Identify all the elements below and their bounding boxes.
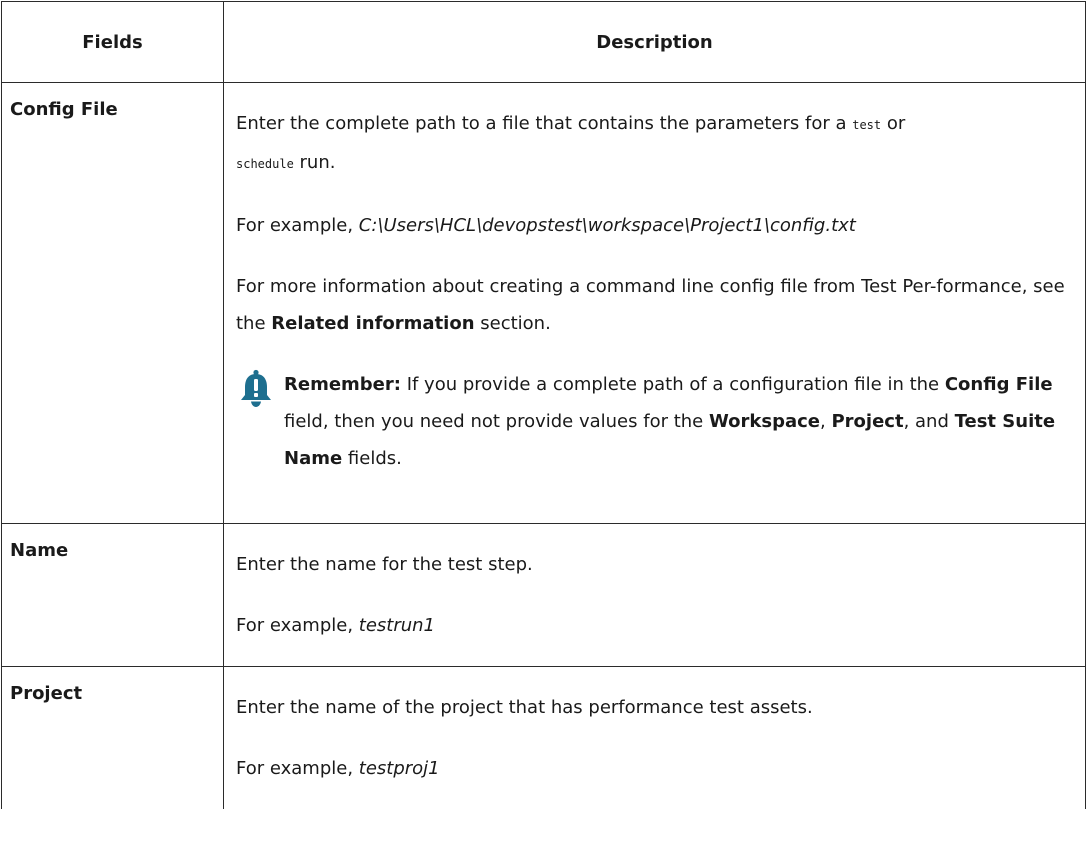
table-row: Name Enter the name for the test step. F… xyxy=(1,523,1086,667)
table-row: Project Enter the name of the project th… xyxy=(1,666,1086,809)
example-prefix: For example, xyxy=(236,215,359,236)
note-text-3: , xyxy=(820,411,832,432)
fields-table: Fields Description Config File Enter the… xyxy=(1,1,1086,809)
project-desc: Enter the name of the project that has p… xyxy=(236,697,813,718)
table-header-row: Fields Description xyxy=(1,1,1086,83)
field-name-name: Name xyxy=(1,523,224,667)
related-information-ref: Related information xyxy=(271,313,475,334)
example-path: C:\Users\HCL\devopstest\workspace\Projec… xyxy=(358,215,856,236)
table-row: Config File Enter the complete path to a… xyxy=(1,82,1086,524)
field-name-config-file: Config File xyxy=(1,82,224,524)
description-project: Enter the name of the project that has p… xyxy=(223,666,1086,809)
name-example: For example, testrun1 xyxy=(236,607,1071,644)
remember-note: Remember: If you provide a complete path… xyxy=(236,366,1071,501)
header-fields: Fields xyxy=(1,1,224,83)
example-value: testproj1 xyxy=(358,758,440,779)
project-example: For example, testproj1 xyxy=(236,750,1071,787)
remember-note-text: Remember: If you provide a complete path… xyxy=(284,366,1071,477)
note-bold-project: Project xyxy=(831,411,904,432)
config-file-example: For example, C:\Users\HCL\devopstest\wor… xyxy=(236,207,1071,244)
field-name-project: Project xyxy=(1,666,224,809)
example-value: testrun1 xyxy=(358,615,436,636)
bell-icon xyxy=(236,368,276,408)
note-text-5: fields. xyxy=(342,448,402,469)
more-info-text-end: section. xyxy=(474,313,551,334)
code-test: test xyxy=(852,118,882,132)
description-config-file: Enter the complete path to a file that c… xyxy=(223,82,1086,524)
note-bold-config-file: Config File xyxy=(944,374,1053,395)
intro-text: Enter the complete path to a file that c… xyxy=(236,113,853,134)
name-desc: Enter the name for the test step. xyxy=(236,554,533,575)
description-name: Enter the name for the test step. For ex… xyxy=(223,523,1086,667)
config-file-intro: Enter the complete path to a file that c… xyxy=(236,105,1071,183)
note-text-2: field, then you need not provide values … xyxy=(284,411,709,432)
config-file-more-info: For more information about creating a co… xyxy=(236,268,1071,342)
intro-text-mid: or xyxy=(881,113,906,134)
note-bold-workspace: Workspace xyxy=(708,411,821,432)
note-text-1: If you provide a complete path of a conf… xyxy=(400,374,945,395)
header-description: Description xyxy=(223,1,1086,83)
note-text-4: , and xyxy=(903,411,955,432)
example-prefix: For example, xyxy=(236,615,359,636)
intro-text-end: run. xyxy=(293,152,336,173)
example-prefix: For example, xyxy=(236,758,359,779)
code-schedule: schedule xyxy=(236,157,294,171)
remember-label: Remember: xyxy=(284,374,401,395)
